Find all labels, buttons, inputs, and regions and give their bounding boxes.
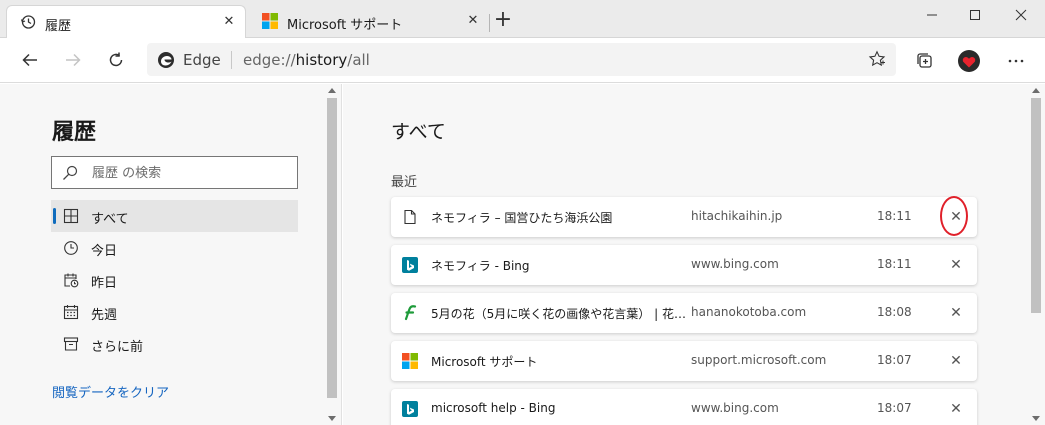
calendar-icon <box>63 304 79 320</box>
entry-title: 5月の花（5月に咲く花の画像や花言葉） | 花言葉・誕生花... <box>431 307 686 321</box>
search-icon <box>62 165 78 185</box>
scroll-up-arrow-icon[interactable] <box>1032 88 1040 93</box>
history-icon <box>20 14 36 30</box>
page-icon <box>402 209 418 225</box>
history-entry[interactable]: microsoft help - Bing www.bing.com 18:07… <box>391 389 977 425</box>
tab-strip: 履歴 ✕ Microsoft サポート ✕ + <box>0 0 1045 38</box>
grid-icon <box>63 208 79 224</box>
history-search-input[interactable] <box>92 163 292 183</box>
sidebar-item-label: すべて <box>91 212 129 227</box>
sidebar-item-label: 今日 <box>91 244 118 259</box>
entry-time: 18:11 <box>877 257 912 271</box>
archive-icon <box>63 336 79 352</box>
minimize-button[interactable] <box>918 6 946 28</box>
address-separator <box>231 51 232 69</box>
maximize-button[interactable] <box>961 6 989 28</box>
scroll-down-arrow-icon[interactable] <box>328 416 336 421</box>
sidebar-item-label: 先週 <box>91 308 118 323</box>
history-entry[interactable]: ネモフィラ – 国営ひたち海浜公園 hitachikaihin.jp 18:11… <box>391 197 977 237</box>
highlight-circle <box>940 196 968 236</box>
history-sidebar: 履歴 すべて 今日 昨日 先週 さらに前 閲覧データをク <box>0 84 342 425</box>
entry-domain: hitachikaihin.jp <box>691 209 783 223</box>
microsoft-icon <box>402 353 418 369</box>
new-tab-button[interactable]: + <box>492 9 514 32</box>
bing-icon <box>402 401 418 417</box>
edge-logo-icon <box>157 51 175 73</box>
address-bar[interactable]: Edge edge://history/all <box>147 43 896 76</box>
profile-avatar[interactable] <box>958 50 980 72</box>
clear-browsing-data-link[interactable]: 閲覧データをクリア <box>52 382 169 401</box>
collections-icon[interactable] <box>914 50 936 72</box>
entry-domain: support.microsoft.com <box>691 353 827 367</box>
forward-button[interactable] <box>61 48 85 72</box>
entry-time: 18:11 <box>877 209 912 223</box>
url-host: history <box>295 51 348 69</box>
sidebar-item-all[interactable]: すべて <box>51 200 298 232</box>
favorite-star-icon[interactable] <box>868 50 886 68</box>
sidebar-item-today[interactable]: 今日 <box>51 232 298 264</box>
history-entry[interactable]: ネモフィラ - Bing www.bing.com 18:11 ✕ <box>391 245 977 285</box>
close-tab-icon[interactable]: ✕ <box>221 14 237 30</box>
refresh-button[interactable] <box>104 48 128 72</box>
history-entry[interactable]: 5月の花（5月に咲く花の画像や花言葉） | 花言葉・誕生花... hananok… <box>391 293 977 333</box>
toolbar: Edge edge://history/all <box>0 38 1045 83</box>
close-window-button[interactable] <box>1007 6 1035 28</box>
entry-domain: www.bing.com <box>691 401 779 415</box>
tab-divider <box>489 14 490 32</box>
tab-title: 履歴 <box>45 19 72 34</box>
sidebar-title: 履歴 <box>52 120 97 145</box>
entry-time: 18:07 <box>877 401 912 415</box>
selection-indicator <box>53 208 56 224</box>
microsoft-icon <box>262 13 278 29</box>
calendar-clock-icon <box>63 272 79 288</box>
scrollbar-thumb[interactable] <box>327 98 337 398</box>
clock-icon <box>63 240 79 256</box>
delete-entry-icon[interactable]: ✕ <box>947 400 965 418</box>
sidebar-item-label: さらに前 <box>91 340 144 355</box>
scrollbar-thumb[interactable] <box>1031 98 1041 313</box>
tab-microsoft-support[interactable]: Microsoft サポート ✕ <box>249 5 489 38</box>
url-prefix: edge:// <box>243 51 296 69</box>
delete-entry-icon[interactable]: ✕ <box>947 352 965 370</box>
tab-title: Microsoft サポート <box>287 18 403 33</box>
scroll-down-arrow-icon[interactable] <box>1032 416 1040 421</box>
entry-domain: www.bing.com <box>691 257 779 271</box>
delete-entry-icon[interactable]: ✕ <box>947 304 965 322</box>
sidebar-item-last-week[interactable]: 先週 <box>51 296 298 328</box>
sidebar-item-older[interactable]: さらに前 <box>51 328 298 360</box>
entry-title: Microsoft サポート <box>431 355 538 369</box>
bing-icon <box>402 257 418 273</box>
more-menu-icon[interactable] <box>1005 50 1027 72</box>
hananokotoba-icon <box>402 305 418 321</box>
history-search-box[interactable] <box>51 156 298 189</box>
sidebar-scrollbar[interactable] <box>325 84 339 425</box>
back-button[interactable] <box>18 48 42 72</box>
edge-label: Edge <box>183 51 221 69</box>
url-text: edge://history/all <box>243 51 370 69</box>
entry-domain: hananokotoba.com <box>691 305 807 319</box>
page-title: すべて <box>391 121 446 143</box>
entry-time: 18:08 <box>877 305 912 319</box>
history-main: すべて 最近 ネモフィラ – 国営ひたち海浜公園 hitachikaihin.j… <box>343 84 1045 425</box>
entry-title: ネモフィラ – 国営ひたち海浜公園 <box>431 211 613 225</box>
entry-title: ネモフィラ - Bing <box>431 259 530 273</box>
entry-time: 18:07 <box>877 353 912 367</box>
main-scrollbar[interactable] <box>1029 84 1043 425</box>
tab-history[interactable]: 履歴 ✕ <box>6 5 246 38</box>
section-header-recent: 最近 <box>391 175 418 190</box>
delete-entry-icon[interactable]: ✕ <box>947 256 965 274</box>
scroll-up-arrow-icon[interactable] <box>328 88 336 93</box>
sidebar-item-label: 昨日 <box>91 276 118 291</box>
entry-title: microsoft help - Bing <box>431 401 556 415</box>
close-tab-icon[interactable]: ✕ <box>465 13 481 29</box>
history-entry[interactable]: Microsoft サポート support.microsoft.com 18:… <box>391 341 977 381</box>
url-suffix: /all <box>347 51 370 69</box>
sidebar-item-yesterday[interactable]: 昨日 <box>51 264 298 296</box>
